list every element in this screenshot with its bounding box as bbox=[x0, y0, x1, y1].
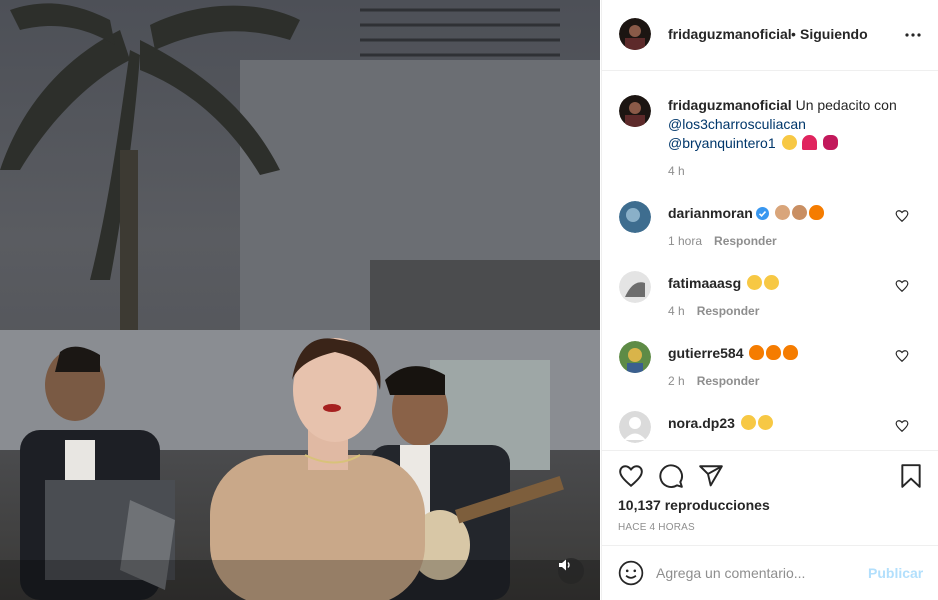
avatar[interactable] bbox=[619, 201, 651, 233]
speaker-icon bbox=[559, 559, 570, 571]
bookmark-icon[interactable] bbox=[898, 463, 924, 489]
avatar[interactable] bbox=[619, 411, 651, 443]
comment-icon[interactable] bbox=[658, 463, 684, 489]
video-frame bbox=[0, 3, 600, 600]
comment-text: fatimaaasg bbox=[668, 274, 780, 292]
heart-eyes-emoji-icon bbox=[747, 275, 763, 290]
heart-eyes-emoji-icon bbox=[757, 415, 773, 430]
reply-button[interactable]: Responder bbox=[697, 374, 760, 388]
caption-timestamp: 4 h bbox=[668, 164, 685, 178]
fire-emoji-icon bbox=[783, 345, 799, 360]
view-count[interactable]: 10,137 reproducciones bbox=[618, 497, 770, 513]
post-actions: 10,137 reproducciones HACE 4 HORAS bbox=[602, 450, 938, 545]
lips-emoji-icon bbox=[823, 135, 839, 150]
comment-username[interactable]: fatimaaasg bbox=[668, 275, 741, 291]
post-modal: fridaguzmanoficial • Siguiendo fridaguzm… bbox=[0, 0, 938, 600]
caption-body: Un pedacito con bbox=[795, 97, 897, 113]
comment-timestamp: 4 h bbox=[668, 304, 685, 318]
post-author-username[interactable]: fridaguzmanoficial bbox=[668, 26, 792, 42]
volume-button[interactable] bbox=[558, 558, 584, 584]
separator-dot: • bbox=[791, 26, 796, 42]
comment-meta: 4 h Responder bbox=[668, 304, 759, 318]
comment-item: nora.dp23 bbox=[602, 411, 938, 450]
heart-icon[interactable] bbox=[618, 463, 644, 489]
comment-meta: 2 h Responder bbox=[668, 374, 759, 388]
comment-text: nora.dp23 bbox=[668, 414, 773, 432]
caption-text: fridaguzmanoficial Un pedacito con @los3… bbox=[668, 96, 918, 153]
comment-timestamp: 1 hora bbox=[668, 234, 703, 248]
comments-list[interactable]: fridaguzmanoficial Un pedacito con @los3… bbox=[602, 72, 938, 450]
fire-emoji-icon bbox=[749, 345, 765, 360]
caption-username[interactable]: fridaguzmanoficial bbox=[668, 97, 792, 113]
comment-meta: 1 hora Responder bbox=[668, 234, 777, 248]
post-time-ago[interactable]: HACE 4 HORAS bbox=[618, 522, 695, 533]
follow-status-button[interactable]: Siguiendo bbox=[800, 26, 868, 42]
verified-badge-icon bbox=[755, 207, 769, 220]
clapping-hands-emoji-icon bbox=[774, 205, 790, 220]
add-comment-bar: Publicar bbox=[602, 545, 938, 600]
comment-username[interactable]: gutierre584 bbox=[668, 345, 743, 361]
mention-link[interactable]: @bryanquintero1 bbox=[668, 135, 776, 151]
avatar[interactable] bbox=[619, 341, 651, 373]
comment-username[interactable]: nora.dp23 bbox=[668, 415, 735, 431]
fire-emoji-icon bbox=[766, 345, 782, 360]
raised-hands-emoji-icon bbox=[791, 205, 807, 220]
post-side-panel: fridaguzmanoficial • Siguiendo fridaguzm… bbox=[601, 0, 938, 600]
post-header: fridaguzmanoficial • Siguiendo bbox=[602, 0, 938, 71]
reply-button[interactable]: Responder bbox=[697, 304, 760, 318]
comment-text: darianmoran bbox=[668, 204, 824, 222]
like-comment-heart-icon[interactable] bbox=[895, 279, 909, 293]
comment-item: fatimaaasg 4 h Responder bbox=[602, 271, 938, 341]
fire-emoji-icon bbox=[808, 205, 824, 220]
like-comment-heart-icon[interactable] bbox=[895, 209, 909, 223]
like-comment-heart-icon[interactable] bbox=[895, 419, 909, 433]
video-player[interactable] bbox=[0, 0, 600, 600]
mention-link[interactable]: @los3charrosculiacan bbox=[668, 116, 806, 132]
publish-button[interactable]: Publicar bbox=[868, 565, 923, 581]
comment-timestamp: 2 h bbox=[668, 374, 685, 388]
comment-item: gutierre584 2 h Responder bbox=[602, 341, 938, 411]
heart-eyes-emoji-icon bbox=[740, 415, 756, 430]
heart-eyes-emoji-icon bbox=[764, 275, 780, 290]
emoji-smiley-icon[interactable] bbox=[618, 560, 644, 586]
red-heart-emoji-icon bbox=[802, 135, 818, 150]
comment-username[interactable]: darianmoran bbox=[668, 205, 753, 221]
comment-item: darianmoran 1 hora Responder bbox=[602, 201, 938, 271]
tongue-face-emoji-icon bbox=[781, 135, 797, 150]
reply-button[interactable]: Responder bbox=[714, 234, 777, 248]
comment-text: gutierre584 bbox=[668, 344, 799, 362]
like-comment-heart-icon[interactable] bbox=[895, 349, 909, 363]
add-comment-input[interactable] bbox=[656, 560, 856, 586]
avatar[interactable] bbox=[619, 18, 651, 50]
more-options-icon[interactable] bbox=[902, 24, 924, 46]
share-icon[interactable] bbox=[698, 463, 724, 489]
avatar[interactable] bbox=[619, 271, 651, 303]
avatar[interactable] bbox=[619, 95, 651, 127]
